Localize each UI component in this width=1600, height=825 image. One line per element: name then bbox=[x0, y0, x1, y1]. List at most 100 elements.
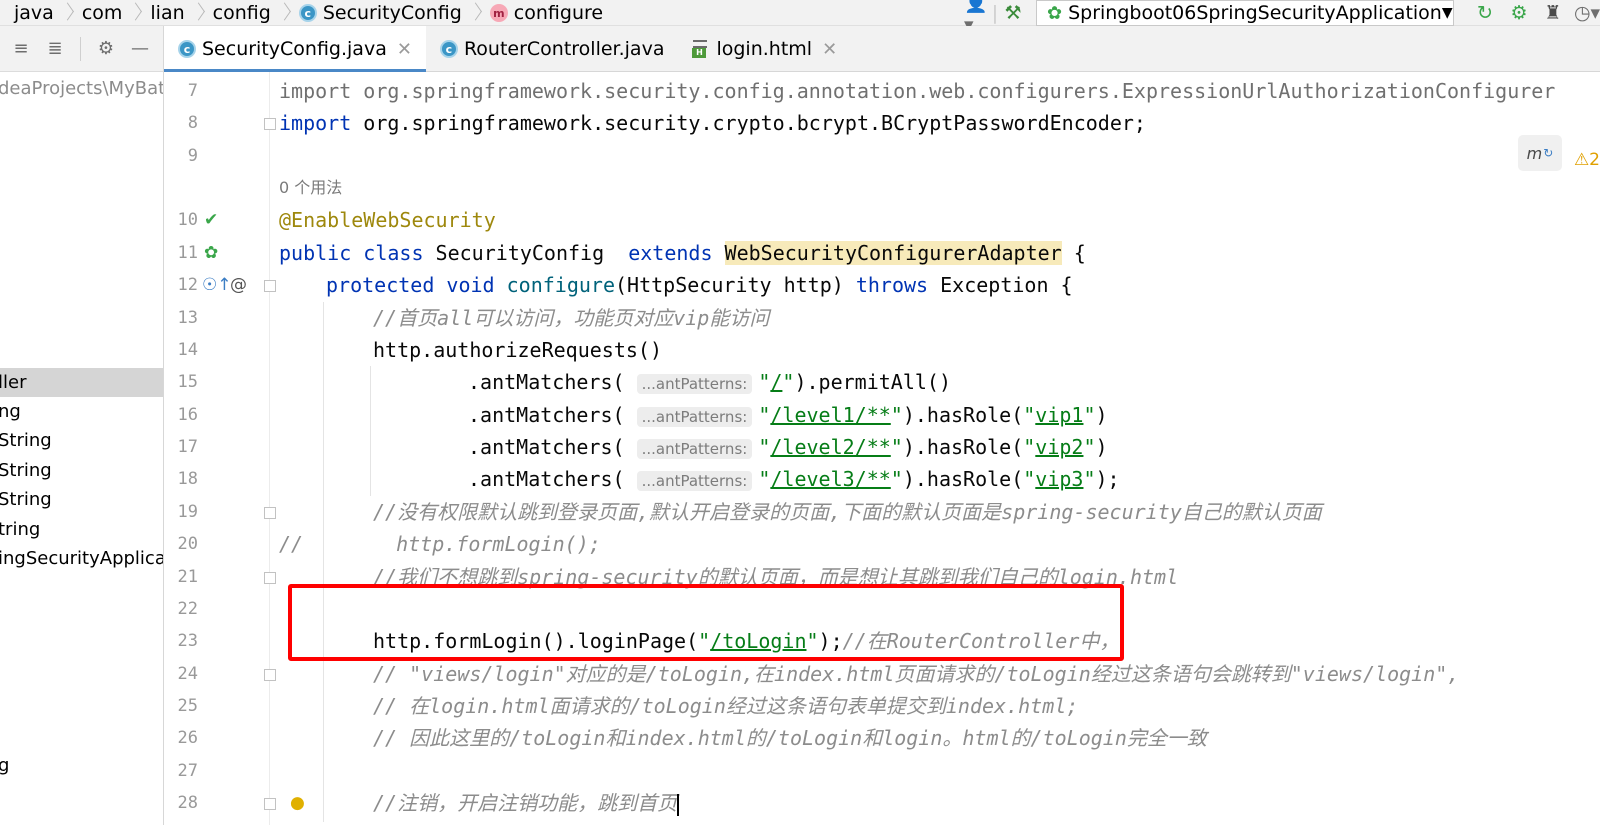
line-number: 20 bbox=[177, 534, 198, 554]
html-file-icon: H bbox=[692, 40, 708, 58]
annotation-icon[interactable]: @ bbox=[230, 269, 247, 301]
breadcrumb-item-config[interactable]: config bbox=[213, 0, 271, 26]
code-editor[interactable]: 7 8 9 10 11 12 13 14 15 16 17 18 19 20 2… bbox=[164, 72, 1600, 825]
line-number: 13 bbox=[177, 308, 198, 328]
method-icon: m bbox=[489, 4, 508, 22]
indent-guide bbox=[370, 366, 371, 496]
code-line-12: protected void configure(HttpSecurity ht… bbox=[326, 273, 1073, 297]
coverage-icon[interactable]: ♜ bbox=[1540, 0, 1566, 26]
rerun-icon[interactable]: ↻ bbox=[1472, 0, 1498, 26]
line-number: 28 bbox=[177, 793, 198, 813]
code-line-15: .antMatchers( ...antPatterns: "/").permit… bbox=[468, 370, 951, 394]
line-number: 15 bbox=[177, 372, 198, 392]
debug-icon[interactable]: ⚙ bbox=[1506, 0, 1532, 26]
collapse-all-icon[interactable]: ≣ bbox=[40, 34, 70, 64]
run-configuration-select[interactable]: ✿ Springboot06SpringSecurityApplication … bbox=[1036, 0, 1454, 26]
profile-icon[interactable]: ◷▾ bbox=[1574, 0, 1600, 26]
fold-marker[interactable] bbox=[264, 669, 276, 681]
line-number: 11 bbox=[177, 243, 198, 263]
warning-count[interactable]: ⚠2 bbox=[1574, 150, 1600, 170]
breadcrumb-item-com[interactable]: com bbox=[82, 0, 123, 26]
text-cursor bbox=[677, 793, 680, 816]
breadcrumb-label: config bbox=[212, 2, 271, 24]
code-area[interactable]: import org.springframework.security.conf… bbox=[279, 72, 1600, 825]
tree-item[interactable]: g bbox=[0, 751, 9, 780]
maven-reload-button[interactable]: m ↻ bbox=[1518, 135, 1562, 171]
indent-guide bbox=[323, 302, 324, 822]
code-line-11: public class SecurityConfig extends WebS… bbox=[279, 241, 1086, 265]
run-configuration-label: Springboot06SpringSecurityApplication bbox=[1068, 2, 1442, 24]
tree-item[interactable]: String bbox=[0, 426, 52, 455]
usage-hint[interactable]: 0 个用法 bbox=[279, 172, 342, 204]
breadcrumb-label: SecurityConfig bbox=[322, 2, 462, 24]
fold-marker[interactable] bbox=[264, 118, 276, 130]
navigation-bar: java com lian config c SecurityConfig m co… bbox=[0, 0, 1600, 36]
hammer-icon[interactable]: ⚒ bbox=[1000, 0, 1026, 26]
tree-item[interactable]: String bbox=[0, 485, 52, 514]
highlight-box bbox=[288, 584, 1124, 661]
breadcrumb-label: java bbox=[14, 2, 54, 24]
line-number: 19 bbox=[177, 502, 198, 522]
line-number: 26 bbox=[177, 728, 198, 748]
tree-item[interactable]: ingSecurityApplicat bbox=[0, 544, 163, 573]
line-number: 27 bbox=[177, 761, 198, 781]
chevron-right-icon bbox=[130, 3, 140, 23]
main-toolbar: 👤▾ | ⚒ ✿ Springboot06SpringSecurityAppli… bbox=[964, 0, 1600, 36]
tree-item[interactable]: tring bbox=[0, 515, 40, 544]
code-line-10: @EnableWebSecurity bbox=[279, 208, 496, 232]
spring-bean-icon[interactable]: ✔ bbox=[204, 204, 218, 236]
class-icon: c bbox=[439, 40, 458, 58]
code-line-8: import org.springframework.security.cryp… bbox=[279, 111, 1146, 135]
gear-icon[interactable]: ⚙ bbox=[91, 34, 121, 64]
code-line-14: http.authorizeRequests() bbox=[373, 338, 662, 362]
line-number: 14 bbox=[177, 340, 198, 360]
spring-boot-icon: ✿ bbox=[1047, 2, 1063, 24]
breadcrumb-item-lian[interactable]: lian bbox=[150, 0, 184, 26]
refresh-icon: ↻ bbox=[1543, 146, 1554, 160]
line-number: 25 bbox=[177, 696, 198, 716]
tree-item[interactable]: ng bbox=[0, 397, 21, 426]
fold-marker[interactable] bbox=[264, 507, 276, 519]
line-number: 18 bbox=[177, 469, 198, 489]
code-line-7: import org.springframework.security.conf… bbox=[279, 79, 1556, 103]
tab-securityconfig[interactable]: c SecurityConfig.java ✕ bbox=[164, 26, 426, 73]
override-icon[interactable]: ☉↑ bbox=[202, 269, 231, 301]
tab-routercontroller[interactable]: c RouterController.java bbox=[426, 26, 679, 72]
breadcrumb: java com lian config c SecurityConfig m co… bbox=[0, 0, 603, 26]
fold-marker[interactable] bbox=[264, 798, 276, 810]
code-line-16: .antMatchers( ...antPatterns: "/level1/**… bbox=[468, 403, 1108, 427]
code-line-25: // 在login.html面请求的/toLogin经过这条语句表单提交到ind… bbox=[373, 694, 1079, 718]
expand-all-icon[interactable]: ≡ bbox=[6, 34, 36, 64]
tree-item[interactable]: String bbox=[0, 456, 52, 485]
tree-item[interactable]: ller bbox=[0, 368, 163, 397]
line-number: 9 bbox=[187, 146, 198, 166]
separator: | bbox=[991, 2, 999, 24]
code-line-28: //注销，开启注销功能，跳到首页 bbox=[373, 791, 680, 816]
fold-marker[interactable] bbox=[264, 280, 276, 292]
breadcrumb-item-securityconfig[interactable]: c SecurityConfig bbox=[298, 0, 462, 26]
line-number: 22 bbox=[177, 599, 198, 619]
project-toolbar: ≡ ≣ ⚙ — bbox=[0, 26, 163, 72]
code-line-20: //http.formLogin(); bbox=[279, 532, 601, 556]
hide-icon[interactable]: — bbox=[125, 34, 155, 64]
breadcrumb-label: com bbox=[81, 2, 123, 24]
code-line-18: .antMatchers( ...antPatterns: "/level3/**… bbox=[468, 467, 1120, 491]
close-icon[interactable]: ✕ bbox=[397, 39, 412, 60]
project-path[interactable]: deaProjects\MyBati bbox=[0, 78, 163, 99]
chevron-right-icon bbox=[279, 3, 289, 23]
fold-marker[interactable] bbox=[264, 572, 276, 584]
line-number: 12 bbox=[177, 275, 198, 295]
parameter-hint: ...antPatterns: bbox=[636, 439, 753, 459]
line-number: 21 bbox=[177, 567, 198, 587]
tab-login-html[interactable]: H login.html ✕ bbox=[678, 26, 851, 72]
spring-leaf-icon[interactable]: ✿ bbox=[204, 237, 218, 269]
line-number: 7 bbox=[187, 81, 198, 101]
breadcrumb-item-configure[interactable]: m configure bbox=[489, 0, 603, 26]
close-icon[interactable]: ✕ bbox=[822, 39, 837, 60]
line-number: 23 bbox=[177, 631, 198, 651]
breadcrumb-item-java[interactable]: java bbox=[14, 0, 54, 26]
class-icon: c bbox=[178, 40, 196, 58]
chevron-right-icon bbox=[470, 3, 480, 23]
user-icon[interactable]: 👤▾ bbox=[964, 0, 990, 36]
parameter-hint: ...antPatterns: bbox=[636, 407, 753, 427]
